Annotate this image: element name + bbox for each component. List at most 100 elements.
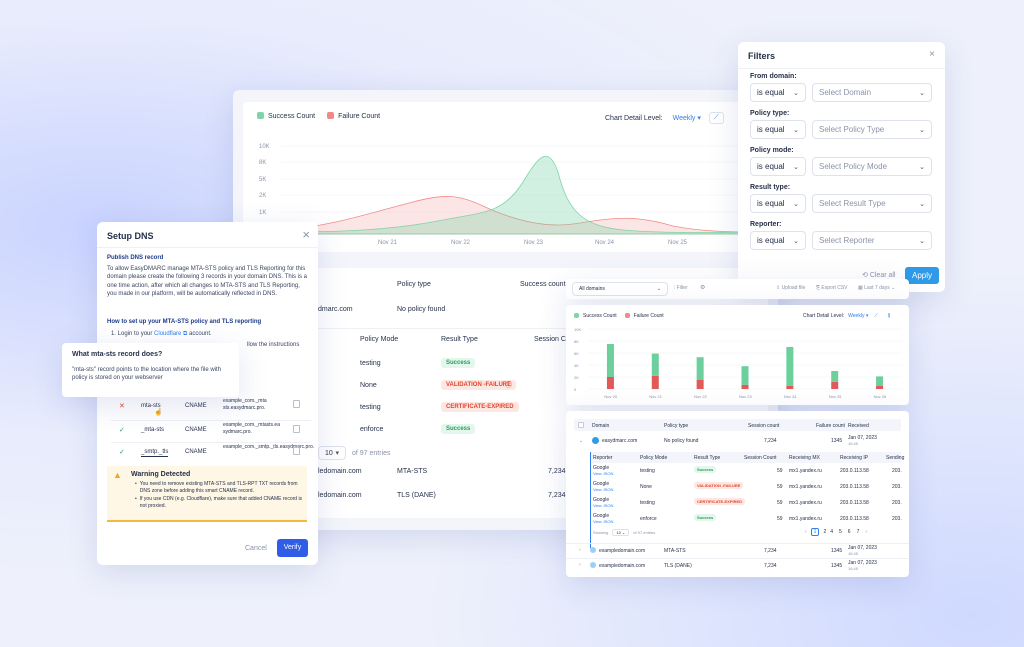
mini-table-card: Domain Policy type Session count Failure… xyxy=(566,411,909,577)
failure-bar[interactable] xyxy=(876,386,884,389)
view-json-link[interactable]: View JSON xyxy=(593,471,613,476)
apply-button[interactable]: Apply xyxy=(905,267,939,284)
warning-icon: ▲ xyxy=(113,470,122,480)
success-bar[interactable] xyxy=(786,347,794,386)
policy-mode-select[interactable]: Select Policy Mode ⌄ xyxy=(812,157,932,176)
reporter-select[interactable]: Select Reporter ⌄ xyxy=(812,231,932,250)
status-badge: CERTIFICATE-EXPIRED xyxy=(694,498,746,505)
success-bar[interactable] xyxy=(741,366,749,385)
view-json-link[interactable]: View JSON xyxy=(593,487,613,492)
domain-favicon xyxy=(590,547,596,553)
chevron-right-icon[interactable]: › xyxy=(579,547,581,553)
view-json-link[interactable]: View JSON xyxy=(593,503,613,508)
success-bar[interactable] xyxy=(696,357,704,380)
page-1-button[interactable]: 1 xyxy=(810,528,820,536)
close-icon[interactable]: × xyxy=(302,226,310,244)
bar-chart: 10K 8K 6K 4K 2K 0 Nov 20 Nov 21 Nov 22 Nov 23 Nov … xyxy=(574,327,902,399)
cursor-icon: ☝ xyxy=(154,409,163,416)
x-tick: Nov 26 xyxy=(874,394,887,399)
domains-select[interactable]: All domains ⌄ xyxy=(572,282,668,296)
close-icon[interactable]: × xyxy=(929,49,935,60)
policy-type-select[interactable]: Select Policy Type ⌄ xyxy=(812,120,932,139)
filter-policy-type: Policy type: is equal ⌄ Select Policy Type… xyxy=(750,110,934,147)
cloudflare-link[interactable]: Cloudflare xyxy=(154,331,181,337)
x-tick: Nov 21 xyxy=(378,240,398,246)
filter-button[interactable]: ⫶ Filter xyxy=(674,285,688,291)
failure-bar[interactable] xyxy=(831,381,839,389)
cancel-button[interactable]: Cancel xyxy=(245,544,267,554)
clear-all-button[interactable]: ⟲ Clear all xyxy=(862,271,896,279)
table-row[interactable]: ⌄ easydmarc.com No policy found 7,234 13… xyxy=(566,435,909,449)
prev-page-button[interactable]: ‹ xyxy=(805,529,807,535)
export-button[interactable]: ⎘ Export CSV xyxy=(816,285,848,291)
success-bar[interactable] xyxy=(876,376,884,386)
view-json-link[interactable]: View JSON xyxy=(593,519,613,524)
result-type-select[interactable]: Select Result Type ⌄ xyxy=(812,194,932,213)
operator-select[interactable]: is equal ⌄ xyxy=(750,120,806,139)
copy-icon[interactable] xyxy=(293,447,300,455)
sub-row[interactable]: Google View JSON testing Success 59 mx1.… xyxy=(566,465,909,481)
x-tick: Nov 23 xyxy=(739,394,752,399)
status-badge: VALIDATION -FAILURE xyxy=(694,482,744,489)
failure-bar[interactable] xyxy=(786,386,794,389)
date-range-select[interactable]: ▦ Last 7 days ⌄ xyxy=(858,285,895,291)
table-row[interactable]: › exampledomain.com MTA-STS 7,234 1345 J… xyxy=(566,543,909,557)
copy-icon[interactable] xyxy=(293,400,300,408)
col-policy-type[interactable]: Policy type xyxy=(397,281,431,288)
warning-box: ▲ Warning Detected • You need to remove e… xyxy=(107,466,307,522)
main-chart-panel: Success Count Failure Count Chart Detail… xyxy=(243,102,768,252)
success-bar[interactable] xyxy=(651,353,659,376)
failure-bar[interactable] xyxy=(606,377,614,389)
page-5-button[interactable]: 5 xyxy=(839,529,842,535)
dns-record-row: ✕ mta-sts ☝ CNAME example_com._mta sts.e… xyxy=(111,398,311,420)
x-tick: Nov 21 xyxy=(649,394,662,399)
info-icon[interactable]: ⓘ xyxy=(505,380,512,390)
sub-row[interactable]: Google View JSON testing CERTIFICATE-EXP… xyxy=(566,497,909,513)
failure-bar[interactable] xyxy=(696,380,704,389)
filters-panel: Filters × From domain: is equal ⌄ Select D… xyxy=(738,42,945,292)
x-tick: Nov 24 xyxy=(784,394,797,399)
select-all-checkbox[interactable] xyxy=(578,422,584,428)
sub-row[interactable]: Google View JSON enforce Success 59 mx1.… xyxy=(566,513,909,529)
operator-select[interactable]: is equal ⌄ xyxy=(750,157,806,176)
next-page-button[interactable]: › xyxy=(865,529,867,535)
x-tick: Nov 24 xyxy=(595,240,615,246)
operator-select[interactable]: is equal ⌄ xyxy=(750,194,806,213)
page-2-button[interactable]: 2 xyxy=(823,529,826,535)
status-badge: Success xyxy=(441,424,476,434)
toolbar: All domains ⌄ ⫶ Filter ⚙ ⇪ Upload file ⎘ … xyxy=(566,279,909,299)
filter-reporter: Reporter: is equal ⌄ Select Reporter ⌄ xyxy=(750,221,934,258)
verify-button[interactable]: Verify xyxy=(277,539,308,557)
status-badge: CERTIFICATE-EXPIRED xyxy=(441,402,519,412)
success-bar[interactable] xyxy=(831,371,839,382)
sub-row[interactable]: Google View JSON None VALIDATION -FAILUR… xyxy=(566,481,909,497)
chevron-right-icon[interactable]: › xyxy=(579,562,581,568)
page-4-button[interactable]: 4 xyxy=(830,529,833,535)
y-tick: 2K xyxy=(259,193,266,199)
settings-icon[interactable]: ⚙ xyxy=(700,284,705,291)
x-tick: Nov 25 xyxy=(668,240,688,246)
success-bar[interactable] xyxy=(606,344,614,377)
col-success-count[interactable]: Success count xyxy=(520,281,566,288)
check-icon: ✓ xyxy=(119,427,125,434)
page-6-button[interactable]: 6 xyxy=(848,529,851,535)
domain-select[interactable]: Select Domain ⌄ xyxy=(812,83,932,102)
operator-select[interactable]: is equal ⌄ xyxy=(750,231,806,250)
failure-bar[interactable] xyxy=(741,384,749,389)
y-tick: 4K xyxy=(574,363,579,368)
page-size-select[interactable]: 10 ⌄ xyxy=(612,529,630,536)
failure-bar[interactable] xyxy=(651,375,659,389)
upload-button[interactable]: ⇪ Upload file xyxy=(776,285,805,291)
filters-title: Filters xyxy=(748,51,776,61)
chevron-down-icon[interactable]: ⌄ xyxy=(579,438,583,444)
status-badge: Success xyxy=(694,514,717,521)
copy-icon[interactable] xyxy=(293,425,300,433)
page-size-select[interactable]: 10 ▾ xyxy=(318,446,346,460)
operator-select[interactable]: is equal ⌄ xyxy=(750,83,806,102)
page-7-button[interactable]: 7 xyxy=(857,529,860,535)
y-tick: 2K xyxy=(574,375,579,380)
y-tick: 6K xyxy=(574,351,579,356)
status-badge: Success xyxy=(694,466,717,473)
table-row[interactable]: › exampledomain.com TLS (DANE) 7,234 134… xyxy=(566,558,909,572)
dns-record-row: ✓ _mta-sts CNAME example_com._mtasts.ea … xyxy=(111,420,311,442)
